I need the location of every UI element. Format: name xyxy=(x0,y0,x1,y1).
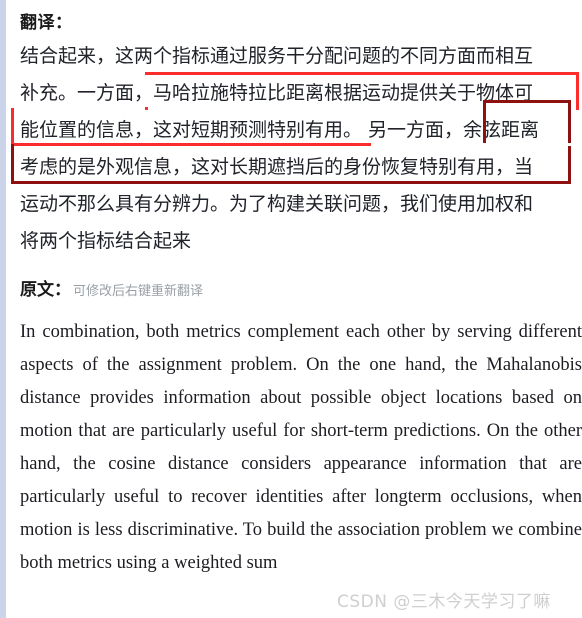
translation-line-6: 将两个指标结合起来 xyxy=(20,230,192,252)
annotation-box-2-part-b[interactable] xyxy=(11,144,571,184)
original-text-body[interactable]: In combination, both metrics complement … xyxy=(20,316,582,580)
annotation-box-1-part-b[interactable] xyxy=(11,108,371,146)
translation-line-1: 结合起来，这两个指标通过服务干分配问题的不同方面而相互 xyxy=(20,45,534,67)
translation-line-5: 运动不那么具有分辨力。为了构建关联问题，我们使用加权和 xyxy=(20,193,534,215)
annotation-box-2-joint-mask xyxy=(483,143,571,146)
original-heading-row: 原文： 可修改后右键重新翻译 xyxy=(20,278,574,304)
translation-panel: 翻译： 结合起来，这两个指标通过服务干分配问题的不同方面而相互 补充。一方面，马… xyxy=(0,0,582,618)
csdn-watermark: CSDN @三木今天学习了嘛 xyxy=(337,592,551,612)
original-label: 原文： xyxy=(20,280,71,300)
annotation-box-2-part-a[interactable] xyxy=(483,100,571,146)
original-hint: 可修改后右键重新翻译 xyxy=(73,284,204,299)
translation-heading: 翻译： xyxy=(20,13,73,32)
annotation-box-1-joint xyxy=(145,107,148,110)
